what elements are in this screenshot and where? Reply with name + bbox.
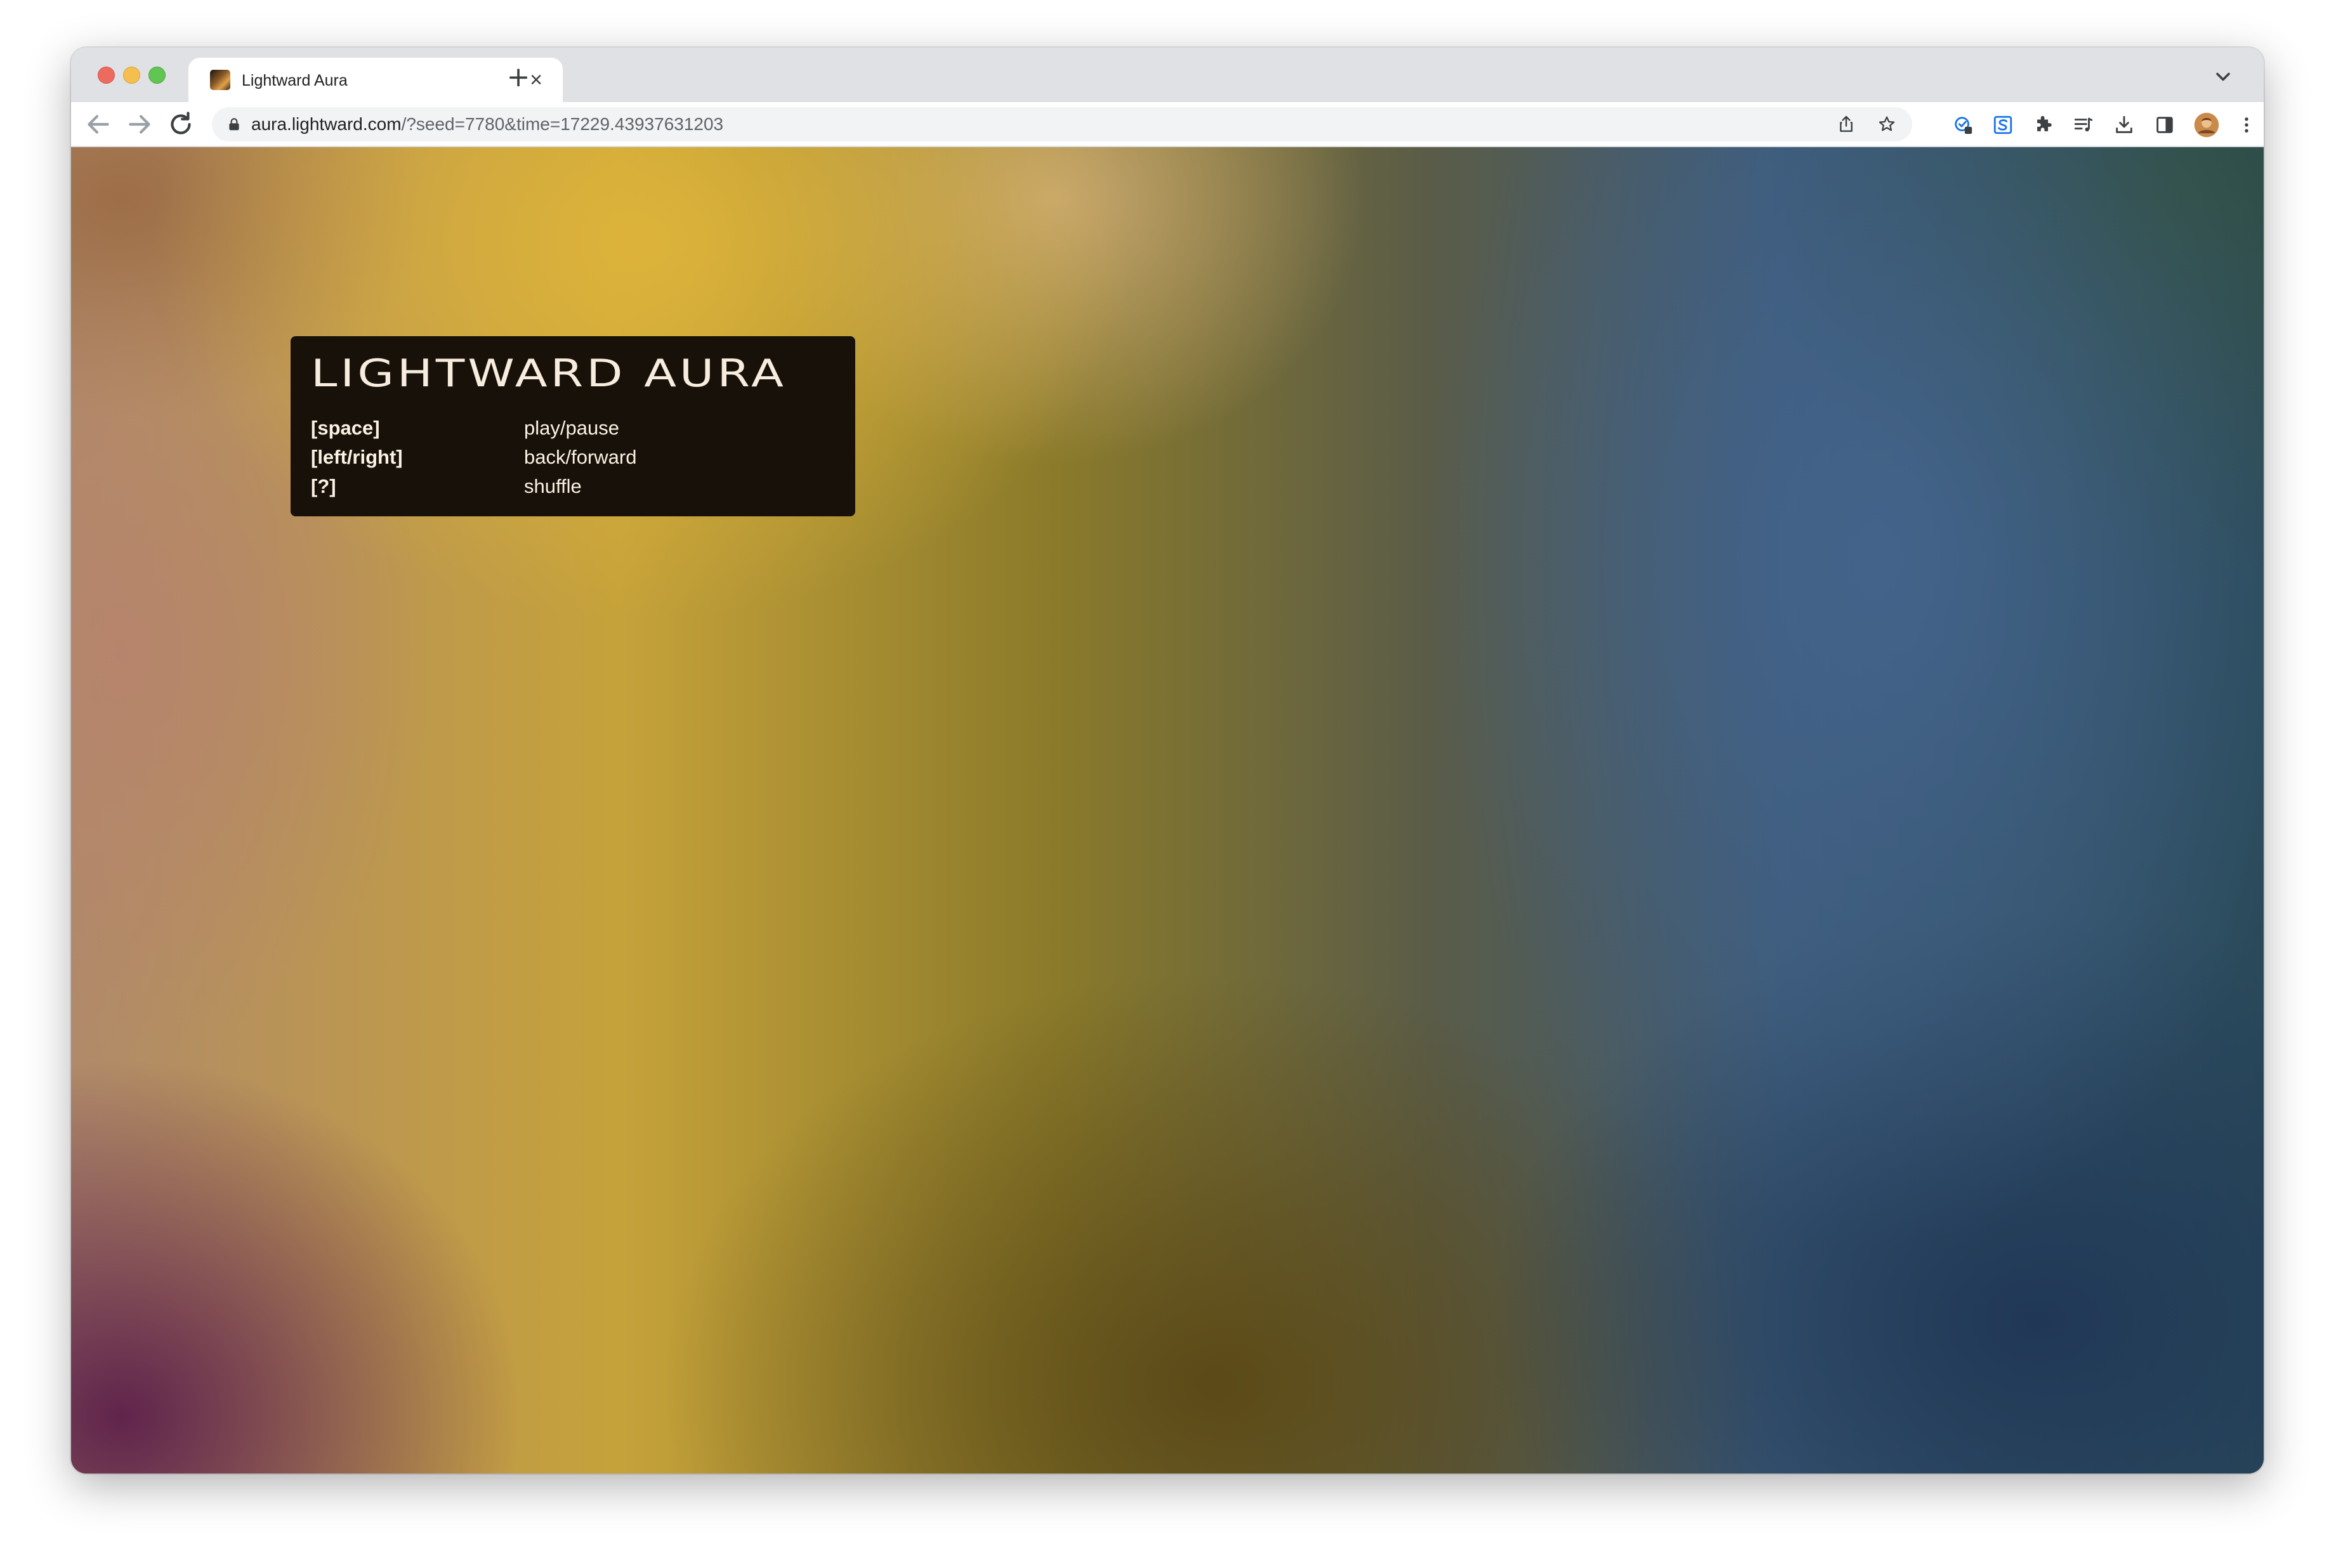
shortcut-row: [?] shuffle xyxy=(311,472,818,501)
download-icon[interactable] xyxy=(2113,114,2135,136)
tab-title: Lightward Aura xyxy=(242,72,348,89)
browser-window: Lightward Aura × + aura.lightward.com/?s… xyxy=(71,48,2264,1473)
url-path: /?seed=7780&time=17229.43937631203 xyxy=(401,114,724,134)
lightward-favicon-icon xyxy=(210,70,230,90)
close-window-button[interactable] xyxy=(98,67,115,84)
shortcut-key: [space] xyxy=(311,417,380,439)
url-text[interactable]: aura.lightward.com/?seed=7780&time=17229… xyxy=(251,114,723,135)
minimize-window-button[interactable] xyxy=(123,67,140,84)
new-tab-button[interactable]: + xyxy=(504,63,532,92)
aura-gradient-canvas[interactable]: LIGHTWARD AURA [space] play/pause [left/… xyxy=(71,147,2264,1473)
extension-icon-2[interactable] xyxy=(1992,114,2014,136)
shortcut-row: [left/right] back/forward xyxy=(311,443,818,472)
profile-avatar[interactable] xyxy=(2193,112,2220,138)
info-panel: LIGHTWARD AURA [space] play/pause [left/… xyxy=(291,336,855,516)
back-icon[interactable] xyxy=(82,108,114,140)
tab-strip: Lightward Aura × + xyxy=(71,48,2264,102)
url-host: aura.lightward.com xyxy=(251,114,402,134)
shortcut-action: shuffle xyxy=(524,475,582,497)
extension-icon-1[interactable] xyxy=(1952,114,1974,136)
forward-icon[interactable] xyxy=(124,108,155,140)
shortcut-action: back/forward xyxy=(524,446,637,468)
reading-list-icon[interactable] xyxy=(2073,114,2094,136)
bookmark-star-icon[interactable] xyxy=(1877,114,1897,134)
tab-search-chevron-icon[interactable] xyxy=(2212,65,2234,88)
shortcut-key: [?] xyxy=(311,475,336,497)
reload-icon[interactable] xyxy=(165,108,197,140)
puzzle-extensions-icon[interactable] xyxy=(2033,114,2054,136)
shortcut-action: play/pause xyxy=(524,417,619,439)
more-menu-icon[interactable] xyxy=(2236,114,2257,136)
shortcut-row: [space] play/pause xyxy=(311,414,818,443)
address-bar[interactable]: aura.lightward.com/?seed=7780&time=17229… xyxy=(212,107,1912,141)
share-icon[interactable] xyxy=(1836,114,1856,134)
fullscreen-window-button[interactable] xyxy=(148,67,166,84)
side-panel-icon[interactable] xyxy=(2154,114,2175,136)
page-title: LIGHTWARD AURA xyxy=(311,351,787,396)
browser-toolbar: aura.lightward.com/?seed=7780&time=17229… xyxy=(71,102,2264,147)
lock-icon[interactable] xyxy=(226,116,242,133)
shortcut-key: [left/right] xyxy=(311,446,403,468)
